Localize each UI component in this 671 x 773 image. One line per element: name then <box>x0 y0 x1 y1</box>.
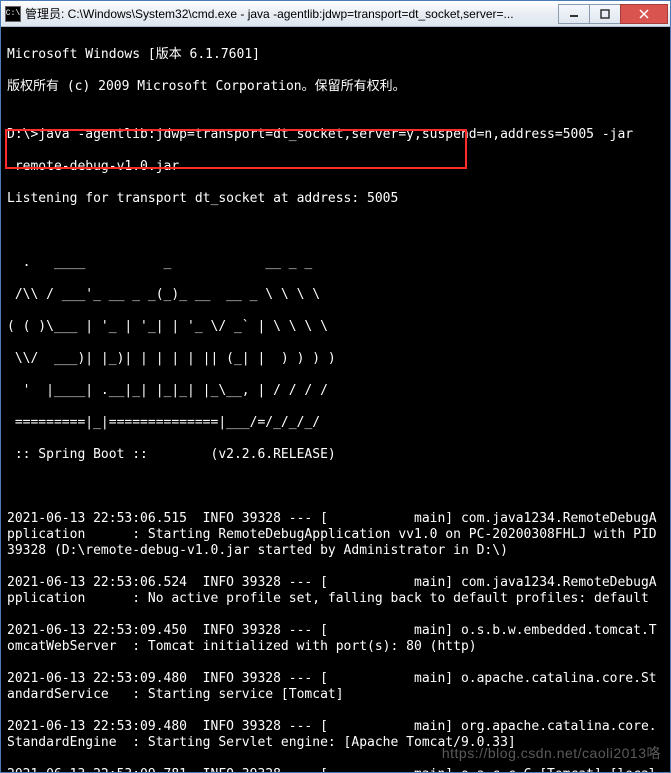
terminal-line <box>7 479 664 495</box>
maximize-icon <box>600 9 610 19</box>
minimize-icon <box>569 9 579 19</box>
terminal-line: remote-debug-v1.0.jar <box>7 159 664 175</box>
spring-banner-line: :: Spring Boot :: (v2.2.6.RELEASE) <box>7 447 664 463</box>
spring-banner-line: ( ( )\___ | '_ | '_| | '_ \/ _` | \ \ \ … <box>7 319 664 335</box>
close-icon <box>639 9 649 19</box>
spring-banner-line: /\\ / ___'_ __ _ _(_)_ __ __ _ \ \ \ \ <box>7 287 664 303</box>
terminal-line: D:\>java -agentlib:jdwp=transport=dt_soc… <box>7 127 664 143</box>
window-controls <box>559 4 668 24</box>
terminal-line-highlighted: Listening for transport dt_socket at add… <box>7 191 664 207</box>
terminal-line: Microsoft Windows [版本 6.1.7601] <box>7 47 664 63</box>
log-line: 2021-06-13 22:53:09.450 INFO 39328 --- [… <box>7 623 664 655</box>
titlebar[interactable]: C:\ 管理员: C:\Windows\System32\cmd.exe - j… <box>1 1 670 27</box>
log-line: 2021-06-13 22:53:06.524 INFO 39328 --- [… <box>7 575 664 607</box>
cmd-window: C:\ 管理员: C:\Windows\System32\cmd.exe - j… <box>0 0 671 773</box>
cmd-icon: C:\ <box>5 6 21 22</box>
window-title: 管理员: C:\Windows\System32\cmd.exe - java … <box>25 5 559 22</box>
terminal-line <box>7 223 664 239</box>
terminal-line: 版权所有 (c) 2009 Microsoft Corporation。保留所有… <box>7 79 664 95</box>
spring-banner-line: ' |____| .__|_| |_|_| |_\__, | / / / / <box>7 383 664 399</box>
log-line: 2021-06-13 22:53:09.781 INFO 39328 --- [… <box>7 767 664 772</box>
log-line: 2021-06-13 22:53:09.480 INFO 39328 --- [… <box>7 719 664 751</box>
log-line: 2021-06-13 22:53:06.515 INFO 39328 --- [… <box>7 511 664 559</box>
minimize-button[interactable] <box>558 4 590 24</box>
log-line: 2021-06-13 22:53:09.480 INFO 39328 --- [… <box>7 671 664 703</box>
spring-banner-line: . ____ _ __ _ _ <box>7 255 664 271</box>
terminal-body[interactable]: Microsoft Windows [版本 6.1.7601] 版权所有 (c)… <box>1 27 670 772</box>
spring-banner-line: =========|_|==============|___/=/_/_/_/ <box>7 415 664 431</box>
maximize-button[interactable] <box>589 4 621 24</box>
spring-banner-line: \\/ ___)| |_)| | | | | || (_| | ) ) ) ) <box>7 351 664 367</box>
close-button[interactable] <box>620 4 668 24</box>
